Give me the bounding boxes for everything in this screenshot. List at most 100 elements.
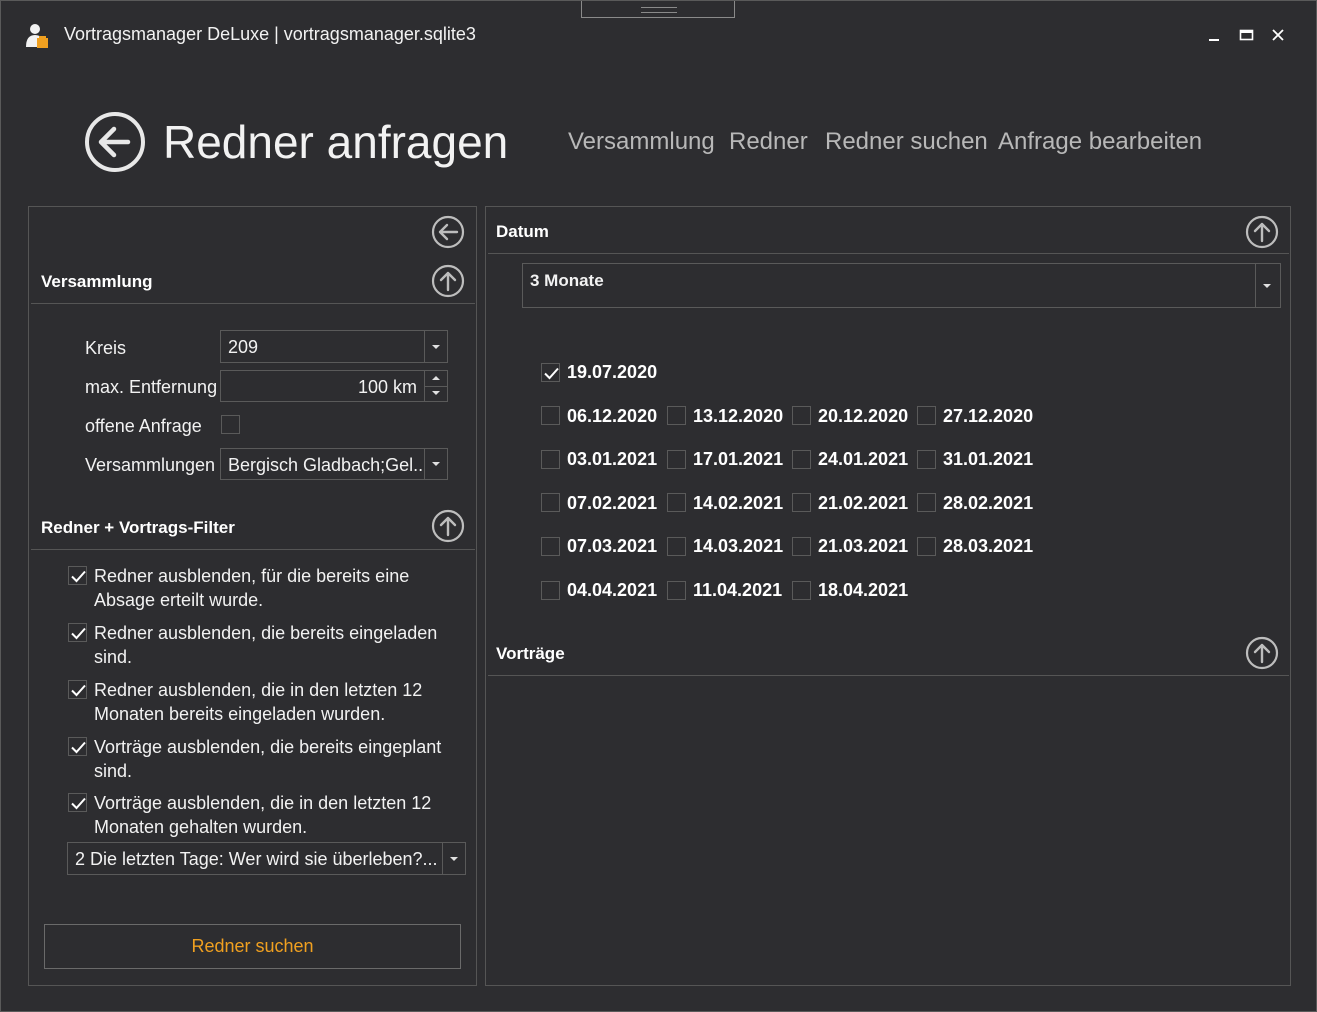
chevron-down-icon[interactable] [1255,264,1280,307]
versammlungen-value: Bergisch Gladbach;Gel... [228,455,423,475]
nav-redner-suchen[interactable]: Redner suchen [825,128,988,156]
date-label: 27.12.2020 [943,406,1034,426]
app-window: Vortragsmanager DeLuxe | vortragsmanager… [0,0,1317,1012]
drag-grip[interactable] [581,1,735,18]
nav-anfrage-bearbeiten[interactable]: Anfrage bearbeiten [998,128,1202,156]
date-checkbox[interactable] [667,581,686,600]
minimize-button[interactable] [1202,23,1226,47]
kreis-value: 209 [228,337,259,357]
checkmark-icon [71,627,86,640]
close-icon [1272,29,1284,41]
app-logo-icon [26,24,48,48]
page-title: Redner anfragen [163,116,509,168]
filter-checkbox-eingeplant[interactable] [68,737,87,756]
date-checkbox[interactable] [917,537,936,556]
vortrag-combobox[interactable]: 2 Die letzten Tage: Wer wird sie überleb… [67,842,466,875]
divider [488,675,1289,676]
divider [31,549,475,550]
section-title-versammlung: Versammlung [41,272,153,291]
date-checkbox[interactable] [667,450,686,469]
nav-redner[interactable]: Redner [729,128,808,156]
section-title-filter: Redner + Vortrags-Filter [41,518,235,537]
collapse-left-icon[interactable] [431,215,465,249]
checkmark-icon [71,570,86,583]
stepper-up-icon[interactable] [424,371,447,387]
date-checkbox[interactable] [541,450,560,469]
collapse-up-icon[interactable] [431,509,465,543]
versammlungen-combobox[interactable]: Bergisch Gladbach;Gel... [220,448,448,480]
date-label: 21.02.2021 [818,493,909,513]
filter-checkbox-absage[interactable] [68,566,87,585]
collapse-up-icon[interactable] [1245,215,1279,249]
date-label: 28.03.2021 [943,536,1034,556]
nav-versammlung[interactable]: Versammlung [568,128,715,156]
filter-label-12-monate-eingeladen: Redner ausblenden, die in den letzten 12… [94,680,423,724]
window-title: Vortragsmanager DeLuxe | vortragsmanager… [64,24,476,44]
filter-checkbox-gehalten[interactable] [68,793,87,812]
kreis-label: Kreis [85,338,127,358]
collapse-up-icon[interactable] [1245,636,1279,670]
date-checkbox[interactable] [917,406,936,425]
date-checkbox[interactable] [541,537,560,556]
filter-checkbox-eingeladen[interactable] [68,623,87,642]
entfernung-value: 100 km [357,377,417,397]
date-label: 21.03.2021 [818,536,909,556]
date-checkbox[interactable] [792,537,811,556]
redner-suchen-button[interactable]: Redner suchen [44,924,461,969]
date-checkbox[interactable] [917,493,936,512]
date-checkbox[interactable] [667,537,686,556]
offene-anfrage-checkbox[interactable] [221,415,240,434]
back-arrow-icon[interactable] [84,111,146,173]
date-checkbox[interactable] [792,581,811,600]
zeitraum-combobox[interactable]: 3 Monate [522,263,1281,308]
title-bar: Vortragsmanager DeLuxe | vortragsmanager… [1,19,1316,53]
date-checkbox[interactable] [917,450,936,469]
kreis-combobox[interactable]: 209 [220,330,448,363]
versammlungen-label: Versammlungen [85,455,216,475]
date-label: 14.02.2021 [693,493,784,513]
close-button[interactable] [1266,23,1290,47]
vortrag-value: 2 Die letzten Tage: Wer wird sie überleb… [75,849,438,869]
date-checkbox[interactable] [667,406,686,425]
checkmark-icon [71,741,86,754]
section-title-vortraege: Vorträge [496,644,565,663]
checkmark-icon [71,797,86,810]
filter-checkbox-12-monate-eingeladen[interactable] [68,680,87,699]
date-label: 13.12.2020 [693,406,784,426]
offene-anfrage-label: offene Anfrage [85,416,202,436]
checkmark-icon [544,367,559,380]
date-label: 20.12.2020 [818,406,909,426]
date-label: 03.01.2021 [567,449,658,469]
date-label: 17.01.2021 [693,449,784,469]
maximize-button[interactable] [1234,23,1258,47]
date-checkbox[interactable] [792,450,811,469]
filter-label-gehalten: Vorträge ausblenden, die in den letzten … [94,793,432,837]
filter-label-eingeplant: Vorträge ausblenden, die bereits eingepl… [94,737,442,781]
stepper-down-icon[interactable] [424,386,447,401]
date-label: 28.02.2021 [943,493,1034,513]
date-checkbox[interactable] [541,581,560,600]
date-checkbox[interactable] [541,406,560,425]
zeitraum-value: 3 Monate [530,271,604,290]
date-label: 14.03.2021 [693,536,784,556]
filter-label-eingeladen: Redner ausblenden, die bereits eingelade… [94,623,438,667]
date-label: 31.01.2021 [943,449,1034,469]
chevron-down-icon[interactable] [424,449,447,479]
date-label: 07.03.2021 [567,536,658,556]
date-label: 04.04.2021 [567,580,658,600]
section-title-datum: Datum [496,222,549,241]
date-checkbox[interactable] [667,493,686,512]
collapse-up-icon[interactable] [431,264,465,298]
entfernung-stepper[interactable]: 100 km [220,370,448,402]
date-label: 18.04.2021 [818,580,909,600]
chevron-down-icon[interactable] [424,331,447,362]
date-checkbox[interactable] [792,493,811,512]
date-label: 11.04.2021 [693,580,783,600]
date-checkbox[interactable] [541,493,560,512]
date-label: 06.12.2020 [567,406,658,426]
divider [31,303,475,304]
date-checkbox[interactable] [792,406,811,425]
chevron-down-icon[interactable] [442,843,465,874]
filter-label-absage: Redner ausblenden, für die bereits eine … [94,566,410,610]
date-checkbox[interactable] [541,363,560,382]
